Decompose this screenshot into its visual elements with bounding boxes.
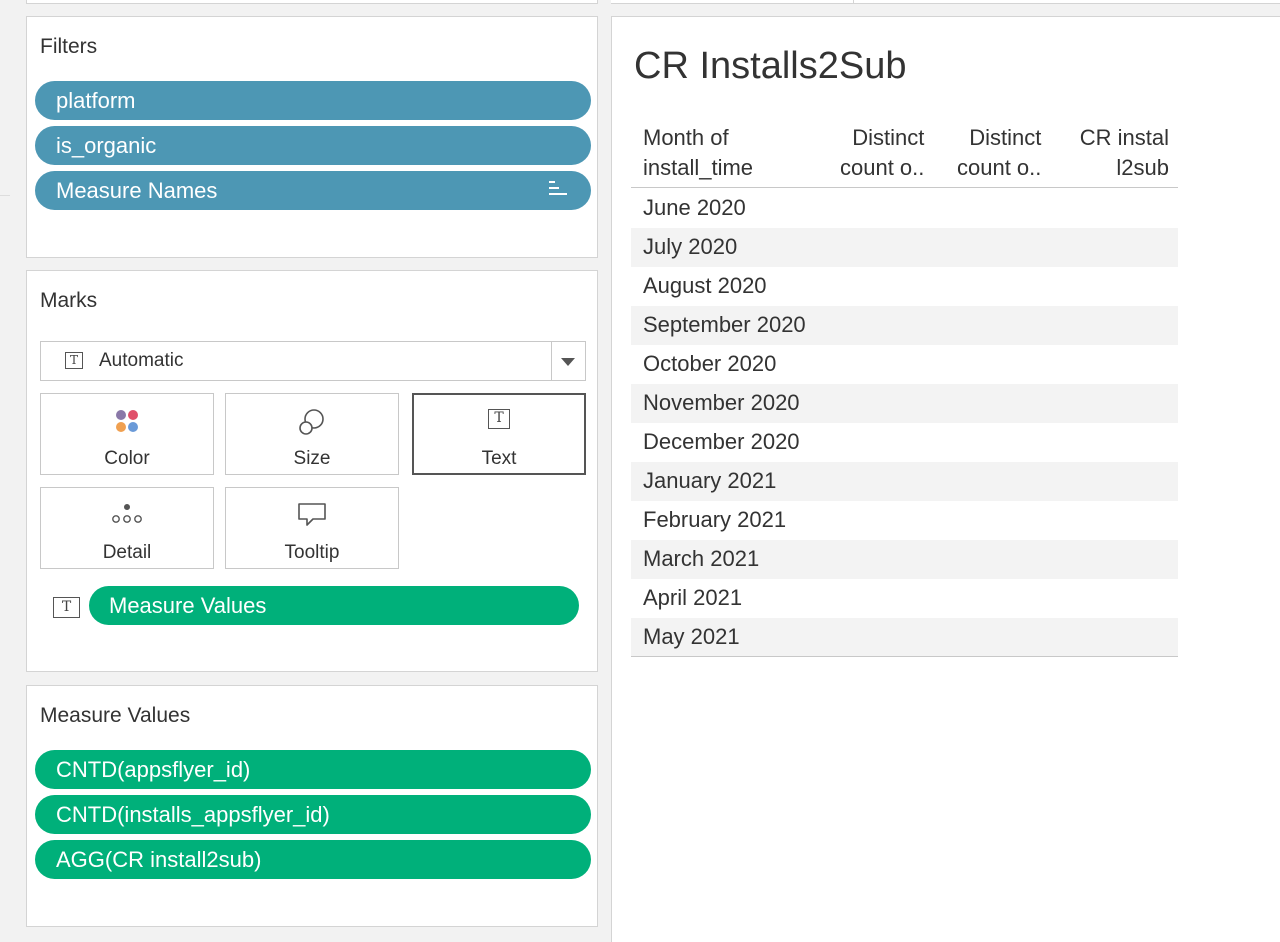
row-label: May 2021 (643, 624, 740, 649)
column-header-distinct-count-2[interactable]: Distinct count o.. (957, 123, 1041, 183)
row-label: October 2020 (643, 351, 777, 376)
color-label: Color (104, 448, 150, 469)
measure-values-title: Measure Values (40, 704, 191, 727)
table-row[interactable]: March 2021 (631, 540, 1178, 579)
column-header-distinct-count-1[interactable]: Distinct count o.. (840, 123, 924, 183)
size-label: Size (293, 448, 331, 469)
tooltip-label: Tooltip (284, 542, 340, 563)
top-panel-edge (26, 0, 598, 4)
row-label: June 2020 (643, 195, 746, 220)
table-row[interactable]: August 2020 (631, 267, 1178, 306)
row-label: November 2020 (643, 390, 800, 415)
column-header-line: Distinct (969, 125, 1042, 150)
measure-pill-agg-cr-install2sub[interactable]: AGG(CR install2sub) (35, 840, 591, 879)
filter-pill-label: Measure Names (56, 178, 218, 203)
detail-button[interactable]: Detail (40, 487, 214, 569)
row-label: March 2021 (643, 546, 760, 571)
row-label: July 2020 (643, 234, 738, 259)
table-row[interactable]: September 2020 (631, 306, 1178, 345)
row-label: April 2021 (643, 585, 743, 610)
marks-card: Marks T Automatic Color Size T Text Deta… (26, 270, 598, 672)
text-label: Text (481, 448, 517, 469)
text-shelf-icon: T (53, 597, 80, 618)
table-row[interactable]: April 2021 (631, 579, 1178, 618)
measure-pill-cntd-appsflyer-id[interactable]: CNTD(appsflyer_id) (35, 750, 591, 789)
measure-values-card: Measure Values CNTD(appsflyer_id) CNTD(i… (26, 685, 598, 927)
sort-descending-icon[interactable] (549, 181, 569, 199)
column-header-line: Distinct (852, 125, 925, 150)
color-button[interactable]: Color (40, 393, 214, 475)
chevron-down-icon[interactable] (561, 358, 575, 366)
mark-type-dropdown[interactable]: T Automatic (40, 341, 586, 381)
table-row[interactable]: January 2021 (631, 462, 1178, 501)
detail-label: Detail (102, 542, 152, 563)
row-label: February 2021 (643, 507, 787, 532)
column-header-line: count o.. (840, 155, 925, 180)
table-row[interactable]: May 2021 (631, 618, 1178, 657)
filter-pill-measure-names[interactable]: Measure Names (35, 171, 591, 210)
header-underline (631, 187, 1178, 188)
text-t-icon: T (488, 409, 510, 429)
filter-pill-label: is_organic (56, 133, 157, 158)
left-divider (0, 195, 10, 196)
toolbar-separator (853, 0, 854, 4)
row-label: September 2020 (643, 312, 806, 337)
column-header-line: install_time (643, 155, 754, 180)
filter-pill-platform[interactable]: platform (35, 81, 591, 120)
marks-title: Marks (40, 289, 98, 312)
table-row[interactable]: November 2020 (631, 384, 1178, 423)
table-row[interactable]: December 2020 (631, 423, 1178, 462)
measure-values-pill-label: Measure Values (109, 593, 267, 618)
size-button[interactable]: Size (225, 393, 399, 475)
worksheet-view: CR Installs2Sub Month of install_time Di… (611, 16, 1280, 942)
table-bottom-border (631, 656, 1178, 657)
table-row[interactable]: October 2020 (631, 345, 1178, 384)
column-header-cr-install2sub[interactable]: CR instal l2sub (1072, 123, 1169, 183)
tooltip-button[interactable]: Tooltip (225, 487, 399, 569)
mark-type-label: Automatic (99, 350, 184, 371)
row-label: January 2021 (643, 468, 777, 493)
column-header-line: CR instal (1079, 125, 1169, 150)
column-header-line: Month of (643, 125, 729, 150)
measure-pill-label: CNTD(installs_appsflyer_id) (56, 802, 330, 827)
filter-pill-is-organic[interactable]: is_organic (35, 126, 591, 165)
view-toolbar-edge (611, 0, 1280, 4)
detail-dots-icon (112, 504, 142, 523)
column-header-line: count o.. (957, 155, 1042, 180)
table-row[interactable]: February 2021 (631, 501, 1178, 540)
table-row[interactable]: June 2020 (631, 189, 1178, 228)
filter-pill-label: platform (56, 88, 136, 113)
filters-card: Filters platform is_organic Measure Name… (26, 16, 598, 258)
speech-bubble-icon (298, 503, 326, 526)
filters-title: Filters (40, 35, 98, 58)
row-label: December 2020 (643, 429, 800, 454)
size-circles-icon (299, 409, 324, 435)
text-button[interactable]: T Text (412, 393, 586, 475)
measure-pill-label: CNTD(appsflyer_id) (56, 757, 251, 782)
measure-pill-label: AGG(CR install2sub) (56, 847, 262, 872)
dropdown-divider (551, 342, 552, 380)
worksheet-title[interactable]: CR Installs2Sub (634, 45, 906, 88)
row-label: August 2020 (643, 273, 767, 298)
text-mark-icon: T (65, 352, 83, 369)
table-row[interactable]: July 2020 (631, 228, 1178, 267)
column-header-month[interactable]: Month of install_time (643, 123, 753, 183)
color-dots-icon (116, 410, 138, 432)
column-header-line: l2sub (1116, 155, 1169, 180)
measure-pill-cntd-installs-appsflyer-id[interactable]: CNTD(installs_appsflyer_id) (35, 795, 591, 834)
measure-values-text-pill[interactable]: Measure Values (89, 586, 579, 625)
